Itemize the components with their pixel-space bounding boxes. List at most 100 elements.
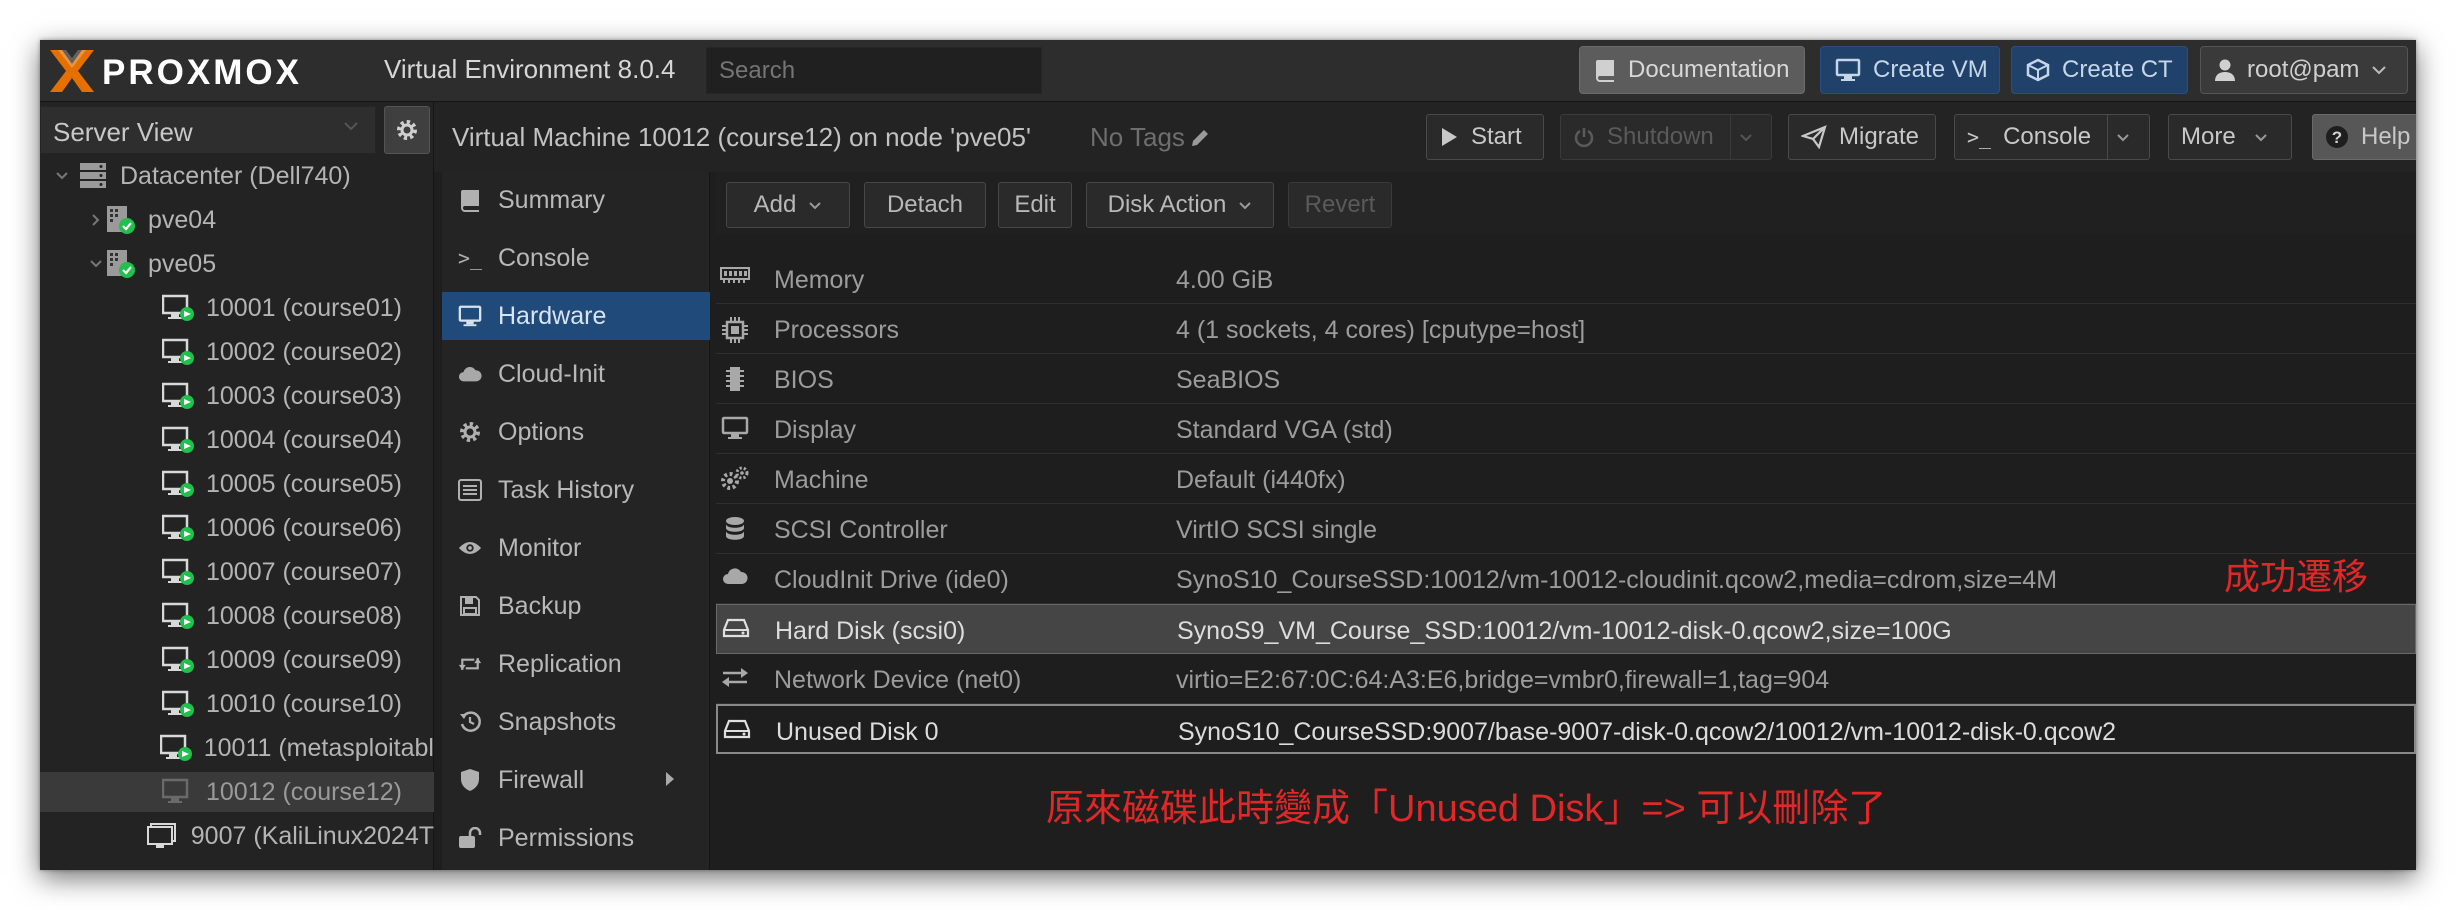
nav-item-firewall[interactable]: Firewall [442, 756, 710, 804]
product-version: Virtual Environment 8.0.4 [384, 54, 676, 84]
proxmox-window: PROXMOX Virtual Environment 8.0.4 Docume… [40, 40, 2416, 870]
edit-button[interactable]: Edit [998, 182, 1072, 228]
tree-node[interactable]: 10004 (course04) [40, 420, 434, 460]
nav-item-replication[interactable]: Replication [442, 640, 710, 688]
nav-item-options[interactable]: Options [442, 408, 710, 456]
tree-node[interactable]: 10009 (course09) [40, 640, 434, 680]
tree-node[interactable]: 10007 (course07) [40, 552, 434, 592]
chevron-down-icon [1740, 133, 1752, 141]
tree-node[interactable]: Datacenter (Dell740) [40, 156, 434, 196]
revert-button[interactable]: Revert [1288, 182, 1392, 228]
documentation-button[interactable]: Documentation [1579, 46, 1805, 94]
nav-item-backup[interactable]: Backup [442, 582, 710, 630]
nav-item-hardware[interactable]: Hardware [442, 292, 710, 340]
tree-toggle[interactable] [52, 171, 72, 181]
migrate-button[interactable]: Migrate [1788, 114, 1936, 160]
hardware-row[interactable]: SCSI Controller VirtIO SCSI single [716, 504, 2416, 554]
tree-node-label: 10002 (course02) [206, 337, 402, 366]
hardware-value: SynoS10_CourseSSD:10012/vm-10012-cloudin… [1176, 566, 2058, 594]
nav-item-cloud-init[interactable]: Cloud-Init [442, 350, 710, 398]
tree-node[interactable]: 10003 (course03) [40, 376, 434, 416]
hardware-value: SeaBIOS [1176, 366, 1281, 394]
book-icon [458, 188, 482, 212]
create-ct-button[interactable]: Create CT [2011, 46, 2188, 94]
tree-node-label: 10010 (course10) [206, 689, 402, 718]
chevron-down-icon[interactable] [55, 171, 69, 181]
proxmox-logo[interactable]: PROXMOX [44, 46, 384, 96]
nav-item-console[interactable]: >_ Console [442, 234, 710, 282]
tags-editor[interactable]: No Tags [1090, 122, 1211, 153]
play-icon [1442, 128, 1457, 146]
tree-node[interactable]: 10006 (course06) [40, 508, 434, 548]
tree-node[interactable]: pve04 [40, 200, 434, 240]
memory-icon [720, 266, 750, 284]
tree-node[interactable]: 9007 (KaliLinux2024T [40, 816, 434, 856]
edit-label: Edit [1014, 191, 1056, 218]
view-selector[interactable]: Server View [40, 106, 376, 154]
nav-item-label: Firewall [498, 765, 585, 794]
hardware-row[interactable]: CloudInit Drive (ide0) SynoS10_CourseSSD:… [716, 554, 2416, 604]
hardware-row[interactable]: BIOS SeaBIOS [716, 354, 2416, 404]
hardware-value: VirtIO SCSI single [1176, 516, 1378, 544]
tree-node[interactable]: 10010 (course10) [40, 684, 434, 724]
eye-icon [458, 539, 482, 557]
nav-item-label: Task History [498, 475, 635, 504]
nav-item-snapshots[interactable]: Snapshots [442, 698, 710, 746]
paper-plane-icon [1801, 125, 1827, 149]
detach-button[interactable]: Detach [864, 182, 986, 228]
tree-toggle[interactable] [86, 213, 106, 227]
hardware-row[interactable]: Network Device (net0) virtio=E2:67:0C:64:… [716, 654, 2416, 704]
tree-node-label: pve05 [148, 249, 217, 278]
help-button[interactable]: ? Help [2312, 114, 2416, 160]
hdd-icon [721, 617, 751, 639]
add-button[interactable]: Add [726, 182, 850, 228]
tree-node[interactable]: 10008 (course08) [40, 596, 434, 636]
more-menu-button[interactable]: More [2168, 114, 2292, 160]
add-label: Add [753, 191, 797, 218]
chevron-down-icon[interactable] [89, 259, 103, 269]
hardware-row[interactable]: Memory 4.00 GiB [716, 254, 2416, 304]
more-label: More [2181, 123, 2236, 150]
start-button[interactable]: Start [1426, 114, 1544, 160]
create-vm-button[interactable]: Create VM [1820, 46, 2000, 94]
shield-icon [458, 768, 482, 792]
hardware-row[interactable]: Hard Disk (scsi0) SynoS9_VM_Course_SSD:10… [716, 604, 2416, 654]
hardware-row[interactable]: Machine Default (i440fx) [716, 454, 2416, 504]
nav-item-summary[interactable]: Summary [442, 176, 710, 224]
tree-node[interactable]: 10002 (course02) [40, 332, 434, 372]
hardware-row[interactable]: Unused Disk 0 SynoS10_CourseSSD:9007/base… [716, 704, 2416, 754]
vm-running-icon [162, 602, 194, 630]
chevron-right-icon[interactable] [91, 213, 101, 227]
disk-action-button[interactable]: Disk Action [1086, 182, 1274, 228]
create-vm-label: Create VM [1873, 56, 1988, 83]
hardware-row[interactable]: Display Standard VGA (std) [716, 404, 2416, 454]
tree-settings-button[interactable] [384, 106, 430, 154]
search-input[interactable] [706, 47, 1042, 94]
hardware-value: 4 (1 sockets, 4 cores) [cputype=host] [1176, 316, 1586, 344]
console-button[interactable]: >_ Console [1954, 114, 2150, 160]
hardware-row[interactable]: Processors 4 (1 sockets, 4 cores) [cputyp… [716, 304, 2416, 354]
tree-node[interactable]: pve05 [40, 244, 434, 284]
chevron-down-icon [2372, 66, 2387, 75]
tree-node[interactable]: 10001 (course01) [40, 288, 434, 328]
tree-node[interactable]: 10005 (course05) [40, 464, 434, 504]
svg-text:?: ? [2332, 128, 2342, 147]
tree-node[interactable]: 10011 (metasploitabl [40, 728, 434, 768]
terminal-icon: >_ [457, 246, 483, 270]
hardware-value: SynoS10_CourseSSD:9007/base-9007-disk-0.… [1178, 718, 2117, 746]
chevron-down-icon [344, 122, 358, 131]
nav-item-task-history[interactable]: Task History [442, 466, 710, 514]
tree-toggle[interactable] [86, 259, 106, 269]
shutdown-button[interactable]: Shutdown [1560, 114, 1772, 160]
vm-running-icon [162, 470, 194, 498]
vm-config-nav: Summary >_ Console Hardware Cloud-Init Option… [442, 172, 710, 870]
user-menu-button[interactable]: root@pam [2200, 46, 2408, 94]
tree-node[interactable]: 10012 (course12) [40, 772, 434, 812]
top-header: PROXMOX Virtual Environment 8.0.4 Docume… [40, 40, 2416, 102]
nav-item-monitor[interactable]: Monitor [442, 524, 710, 572]
cube-icon [2026, 58, 2050, 82]
vm-stopped-icon [162, 778, 194, 806]
nav-item-permissions[interactable]: Permissions [442, 814, 710, 862]
tree-node-label: 10005 (course05) [206, 469, 402, 498]
hdd-icon [722, 718, 752, 740]
